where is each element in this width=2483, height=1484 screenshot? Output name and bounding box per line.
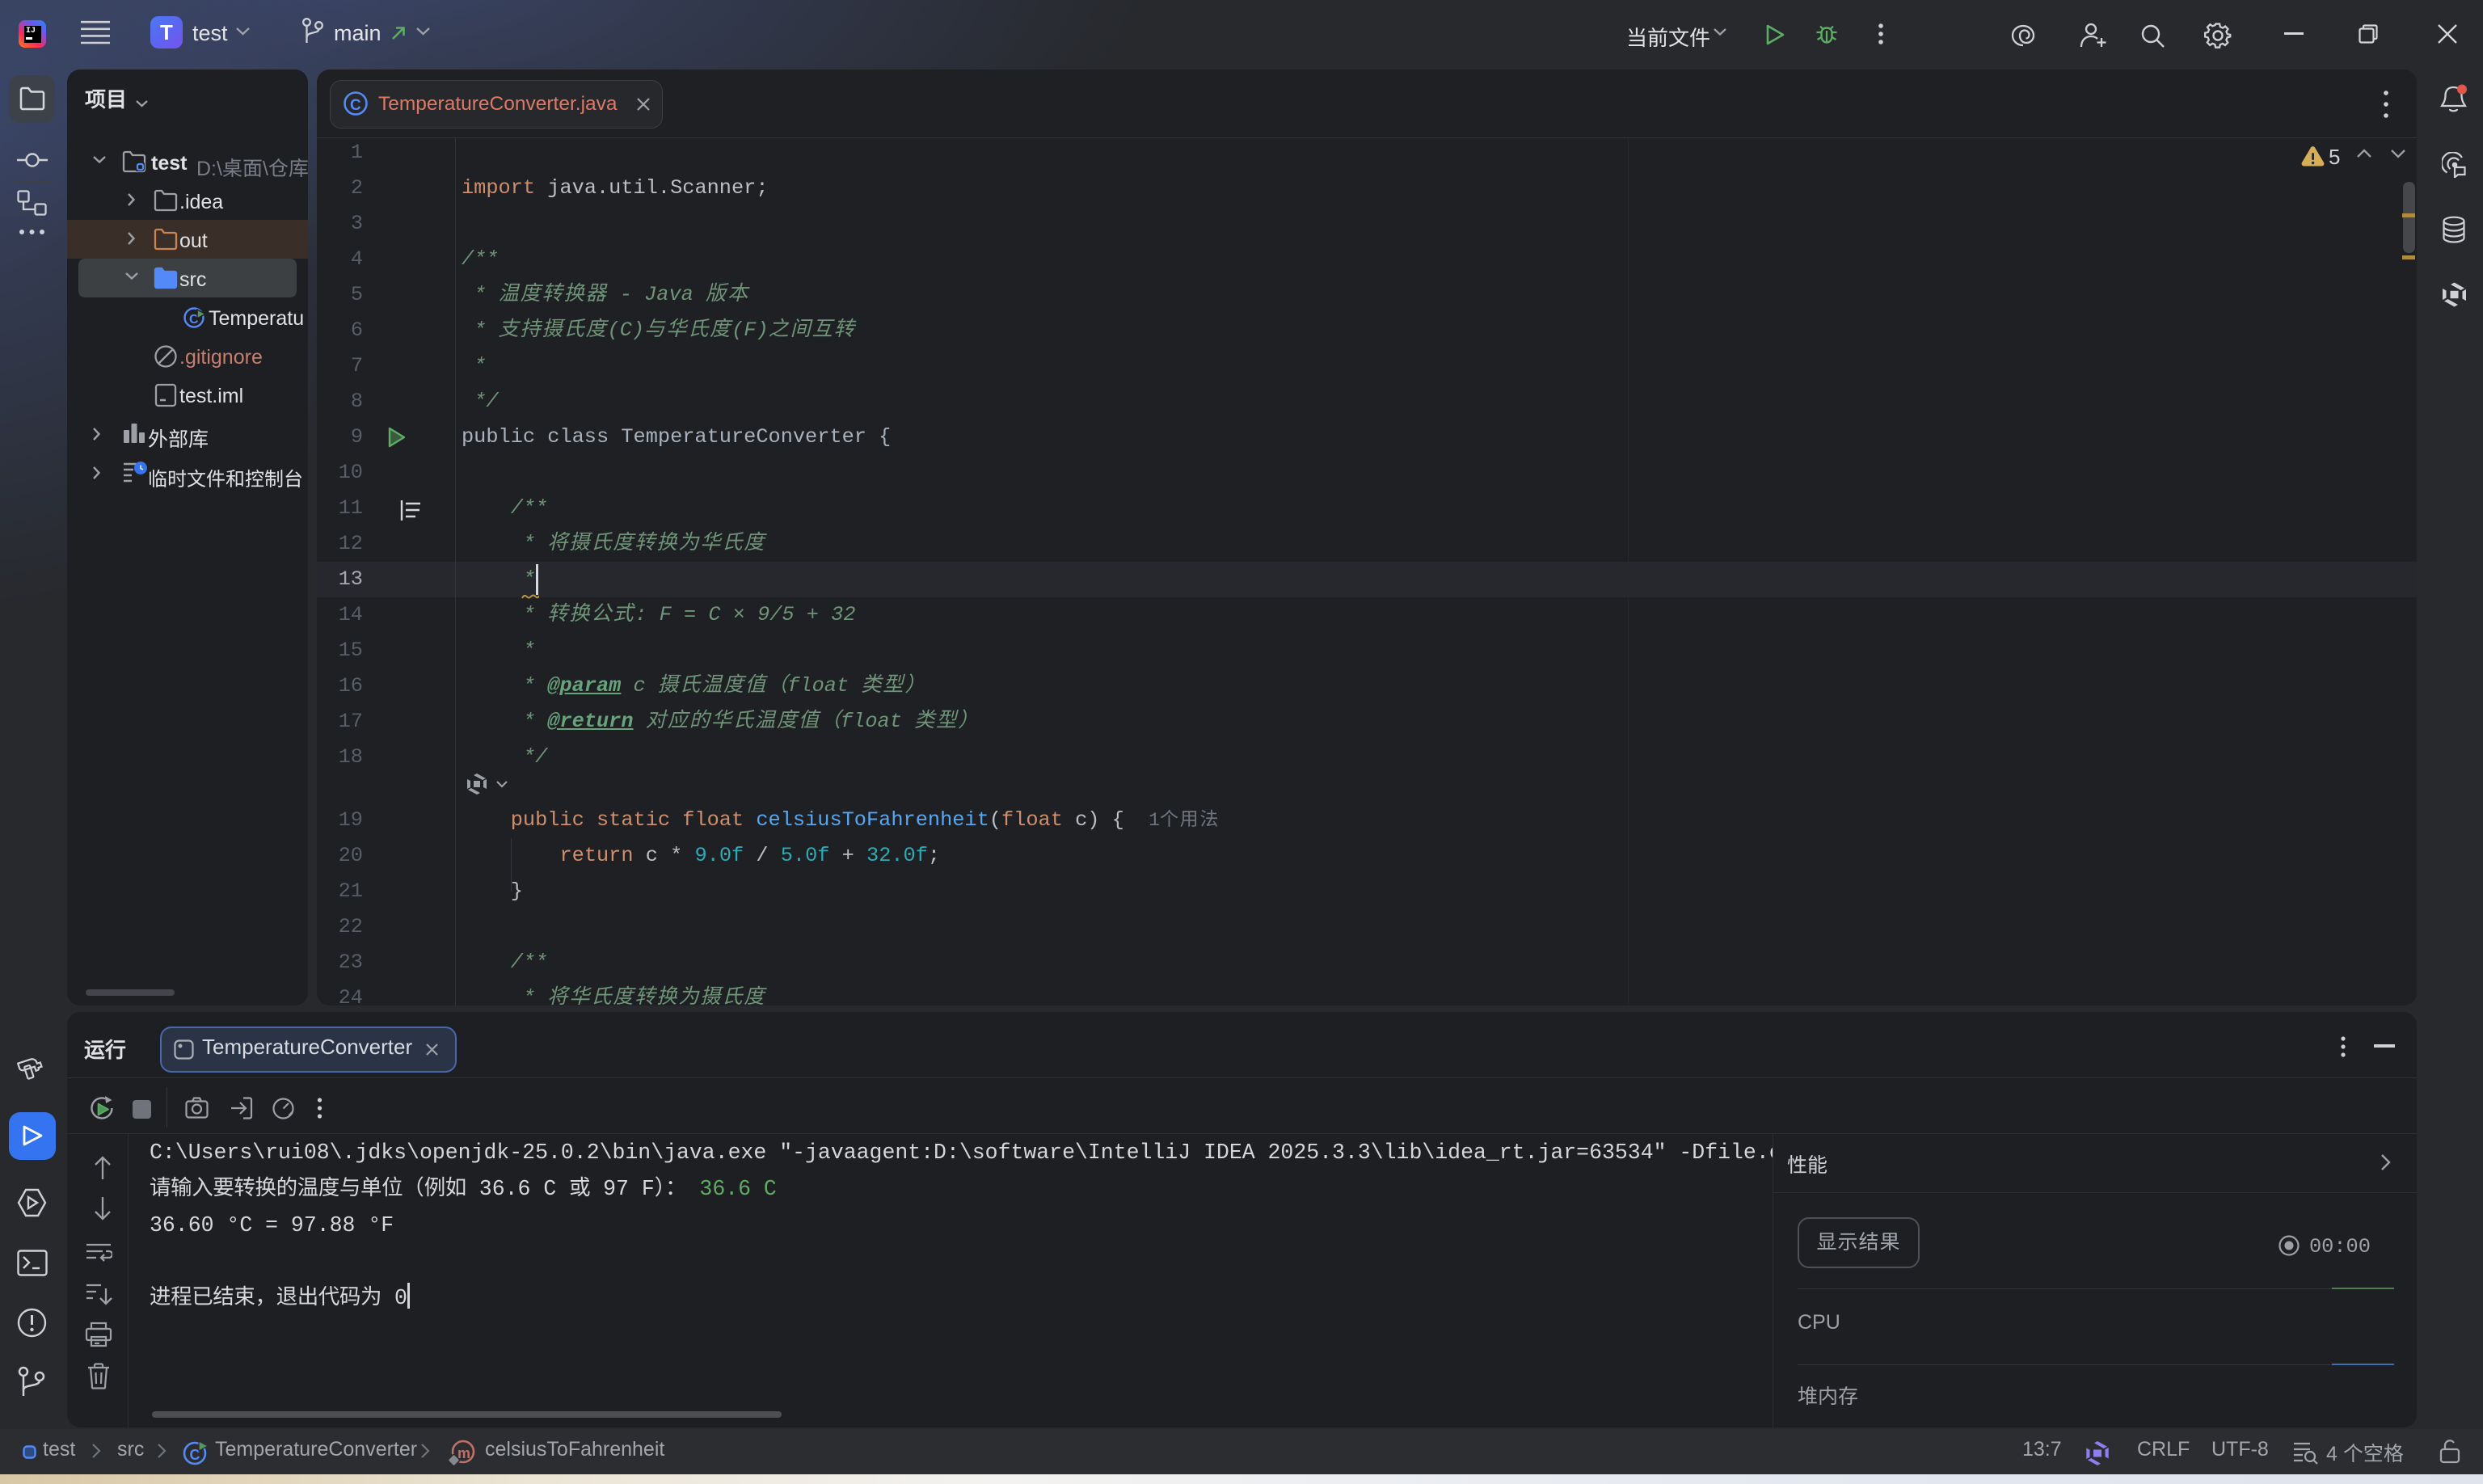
svg-text:C: C <box>350 97 361 114</box>
